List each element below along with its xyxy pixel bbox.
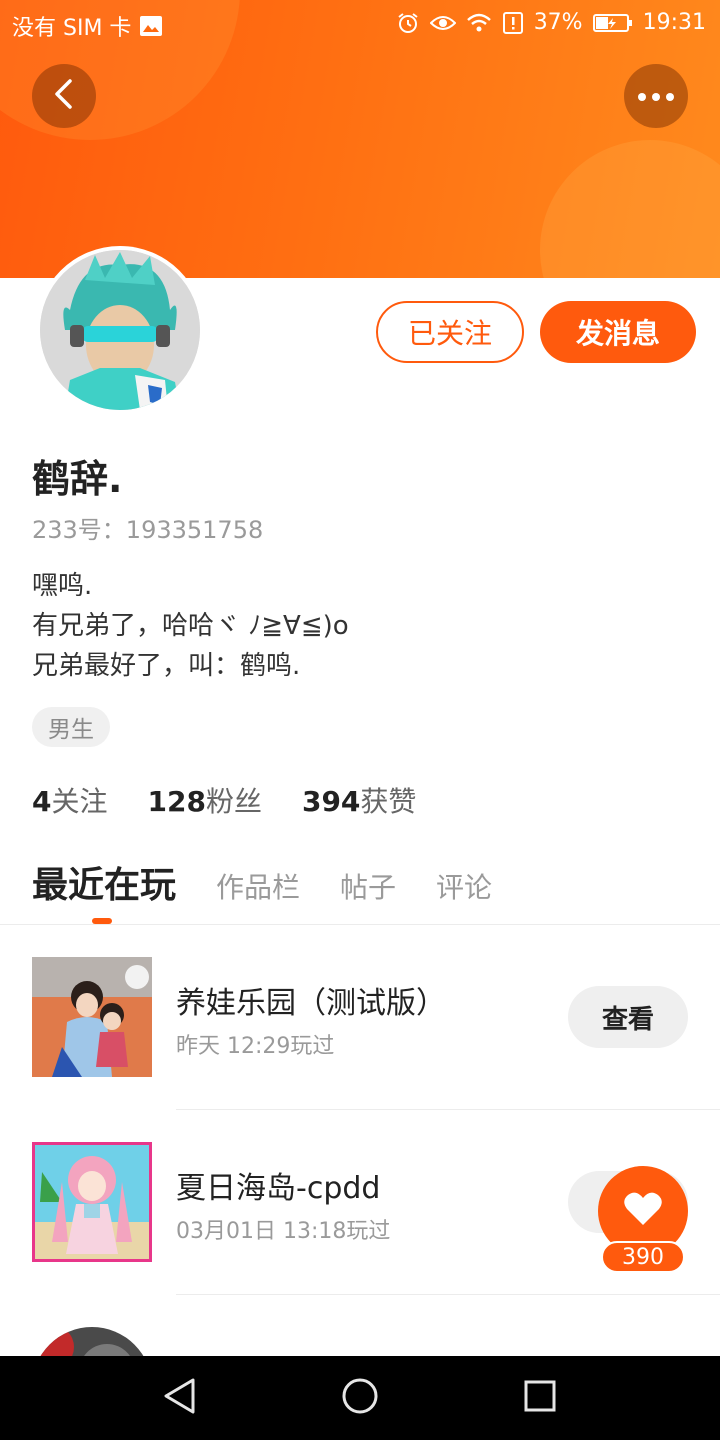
game-played-time: 昨天 12:29玩过 [176, 1034, 335, 1059]
battery-icon [592, 13, 633, 33]
view-button[interactable]: 查看 [568, 986, 688, 1048]
back-icon [52, 78, 76, 114]
bio-line: 嘿鸣. [32, 571, 93, 601]
profile-tabs: 最近在玩 作品栏 帖子 评论 [32, 856, 492, 908]
tab-works[interactable]: 作品栏 [216, 866, 300, 906]
avatar[interactable] [36, 246, 204, 414]
stat-label: 获赞 [360, 785, 417, 818]
game-title: 养娃乐园（测试版） [176, 986, 446, 1021]
stat-label: 粉丝 [205, 785, 262, 818]
divider [176, 1294, 720, 1295]
system-nav-bar [0, 1356, 720, 1440]
gallery-icon [139, 15, 163, 37]
user-id: 233号：193351758 [32, 516, 264, 544]
nav-back-icon [163, 1378, 197, 1418]
bio: 嘿鸣. 有兄弟了，哈哈ヾ ﾉ≧∀≦)o 兄弟最好了，叫：鹤鸣. [32, 566, 349, 686]
game-row[interactable] [0, 1296, 720, 1356]
divider [176, 1109, 720, 1110]
bio-line: 兄弟最好了，叫：鹤鸣. [32, 651, 301, 681]
stat-number: 394 [301, 785, 361, 818]
wifi-icon [466, 12, 492, 34]
game-thumbnail [32, 1327, 152, 1356]
stat-label: 关注 [51, 785, 108, 818]
carrier-text: 没有 SIM 卡 [12, 16, 132, 41]
status-bar: 没有 SIM 卡 37% 19:31 [0, 0, 720, 50]
followed-button[interactable]: 已关注 [376, 301, 524, 363]
nav-recent-button[interactable] [516, 1374, 564, 1422]
header-decoration [540, 140, 720, 278]
like-count: 390 [601, 1241, 685, 1273]
stat-likes: 394获赞 [302, 780, 416, 820]
game-row[interactable]: 养娃乐园（测试版） 昨天 12:29玩过 查看 [0, 926, 720, 1110]
tab-posts[interactable]: 帖子 [340, 866, 396, 906]
more-icon [636, 87, 676, 106]
divider [0, 924, 720, 925]
game-thumbnail [32, 957, 152, 1077]
heart-icon [623, 1191, 663, 1231]
stats-row: 4关注 128粉丝 394获赞 [32, 780, 416, 820]
more-button[interactable] [624, 64, 688, 128]
back-button[interactable] [32, 64, 96, 128]
nav-back-button[interactable] [156, 1374, 204, 1422]
nav-home-button[interactable] [336, 1374, 384, 1422]
battery-percent: 37% [533, 10, 583, 35]
stat-fans[interactable]: 128粉丝 [148, 780, 262, 820]
game-played-time: 03月01日 13:18玩过 [176, 1219, 391, 1244]
avatar-image [40, 250, 200, 410]
tab-comments[interactable]: 评论 [436, 866, 492, 906]
nav-home-icon [341, 1377, 379, 1419]
bio-line: 有兄弟了，哈哈ヾ ﾉ≧∀≦)o [32, 611, 349, 641]
tab-recent-play[interactable]: 最近在玩 [32, 856, 176, 908]
profile-header: 没有 SIM 卡 37% 19:31 [0, 0, 720, 278]
send-message-button[interactable]: 发消息 [540, 301, 696, 363]
alarm-icon [396, 11, 420, 35]
alert-icon [502, 11, 524, 35]
eye-icon [429, 13, 456, 33]
gender-tag: 男生 [32, 707, 110, 747]
game-title: 夏日海岛-cpdd [176, 1171, 381, 1206]
stat-following[interactable]: 4关注 [32, 780, 108, 820]
stat-number: 128 [147, 785, 206, 818]
username: 鹤辞. [32, 457, 123, 501]
clock-text: 19:31 [642, 10, 706, 35]
stat-number: 4 [32, 785, 52, 818]
game-thumbnail [32, 1142, 152, 1262]
nav-recent-icon [523, 1379, 557, 1417]
